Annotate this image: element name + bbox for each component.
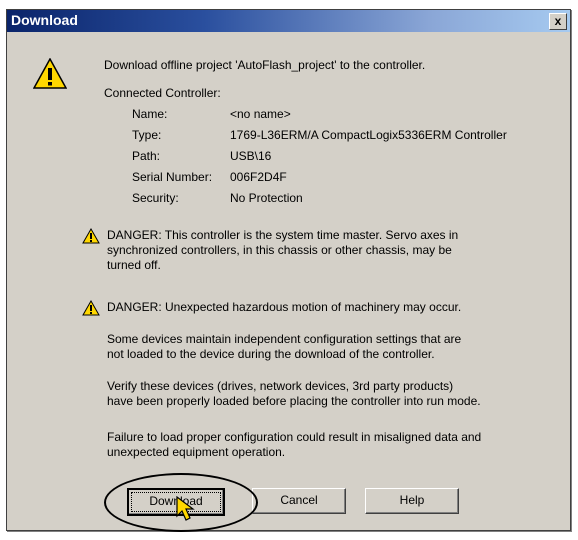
- path-label: Path:: [132, 149, 161, 163]
- danger-warning-icon: [82, 228, 100, 244]
- download-dialog: Download x Download offline project 'Aut…: [6, 9, 571, 532]
- window-title: Download: [11, 12, 78, 28]
- serial-number-value: 006F2D4F: [230, 170, 287, 184]
- danger-servo-line-3: turned off.: [107, 258, 161, 272]
- danger-motion-text: DANGER: Unexpected hazardous motion of m…: [107, 300, 462, 314]
- verify-note-line-1: Verify these devices (drives, network de…: [107, 379, 454, 393]
- type-label: Type:: [132, 128, 162, 142]
- mouse-cursor-icon: [176, 496, 195, 521]
- security-value: No Protection: [230, 191, 303, 205]
- devices-note-line-2: not loaded to the device during the down…: [107, 347, 435, 361]
- danger-servo-line-1: DANGER: This controller is the system ti…: [107, 228, 459, 242]
- name-value: <no name>: [230, 107, 291, 121]
- type-value: 1769-L36ERM/A CompactLogix5336ERM Contro…: [230, 128, 507, 142]
- danger-servo-line-2: synchronized controllers, in this chassi…: [107, 243, 452, 257]
- connected-controller-label: Connected Controller:: [104, 86, 221, 100]
- failure-note-line-2: unexpected equipment operation.: [107, 445, 286, 459]
- devices-note-line-1: Some devices maintain independent config…: [107, 332, 462, 346]
- download-message: Download offline project 'AutoFlash_proj…: [104, 58, 426, 72]
- danger-warning-icon: [82, 300, 100, 316]
- verify-note-line-2: have been properly loaded before placing…: [107, 394, 481, 408]
- title-bar[interactable]: Download x: [7, 10, 570, 32]
- security-label: Security:: [132, 191, 179, 205]
- warning-icon: [33, 58, 67, 89]
- cancel-button[interactable]: Cancel: [252, 488, 346, 514]
- help-button[interactable]: Help: [365, 488, 459, 514]
- close-button[interactable]: x: [549, 13, 567, 30]
- name-label: Name:: [132, 107, 168, 121]
- path-value: USB\16: [230, 149, 272, 163]
- serial-number-label: Serial Number:: [132, 170, 213, 184]
- failure-note-line-1: Failure to load proper configuration cou…: [107, 430, 482, 444]
